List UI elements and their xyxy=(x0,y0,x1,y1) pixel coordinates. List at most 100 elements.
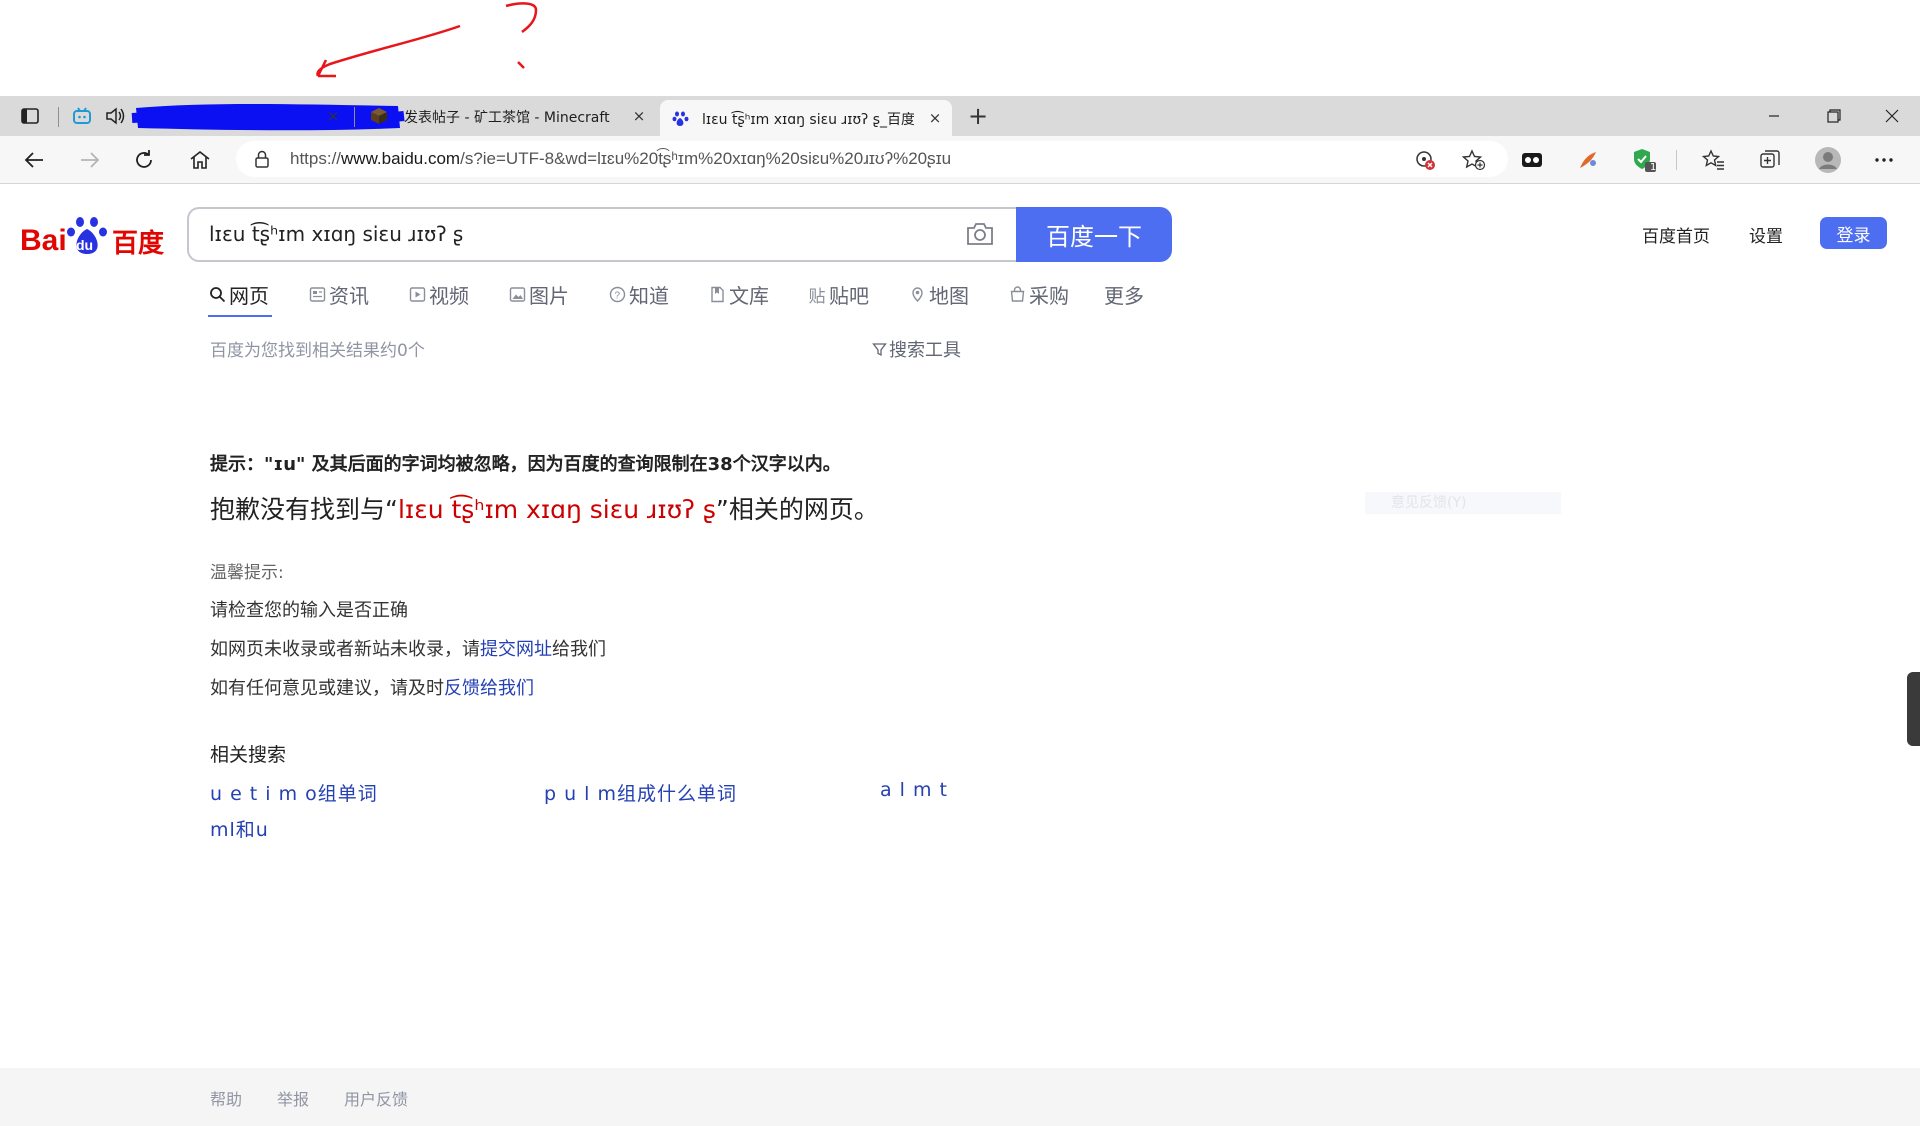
search-tools-button[interactable]: 搜索工具 xyxy=(872,336,961,362)
nav-label: 地图 xyxy=(929,284,969,308)
tab-close-button[interactable]: × xyxy=(926,109,944,127)
nav-web[interactable]: 网页 xyxy=(208,280,269,309)
extension-button-1[interactable] xyxy=(1514,142,1550,178)
question-icon: ? xyxy=(608,286,626,304)
tab-baidu-search[interactable]: lɪɛu t͡ʂʰɪm xɪɑŋ siɛu ɹɪʊʔ ʂ_百度搜 × xyxy=(660,100,952,136)
extension-button-3[interactable]: 1 xyxy=(1626,142,1662,178)
tips-title: 温馨提示: xyxy=(210,563,284,583)
nav-news[interactable]: 资讯 xyxy=(308,280,369,309)
collections-button[interactable] xyxy=(1752,142,1788,178)
nav-images[interactable]: 图片 xyxy=(508,280,569,309)
tab-minecraft-forum[interactable]: 发表帖子 - 矿工茶馆 - Minecraft × xyxy=(360,100,656,132)
favorites-button[interactable] xyxy=(1696,142,1732,178)
related-searches-title: 相关搜索 xyxy=(210,744,287,766)
footer-feedback-link[interactable]: 用户反馈 xyxy=(344,1086,408,1110)
feedback-link[interactable]: 反馈给我们 xyxy=(444,678,534,699)
collections-icon xyxy=(1760,150,1780,168)
result-count: 百度为您找到相关结果约0个 xyxy=(210,341,425,361)
tip-text: 如网页未收录或者新站未收录，请 xyxy=(210,639,480,660)
back-button[interactable] xyxy=(16,142,52,178)
faint-feedback-button[interactable]: 意见反馈(Y) xyxy=(1365,492,1561,514)
nav-wenku[interactable]: 文库 xyxy=(708,280,769,309)
url-path: /s?ie=UTF-8&wd=lɪɛu%20t͡ʂʰɪm%20xɪɑŋ%20si… xyxy=(460,149,952,168)
baidu-home-link[interactable]: 百度首页 xyxy=(1642,222,1710,247)
tab-strip: × 发表帖子 - 矿工茶馆 - Minecraft × lɪɛu t͡ʂʰɪm … xyxy=(0,96,1920,136)
baidu-logo[interactable]: Bai du 百度 xyxy=(20,212,168,260)
tab-close-button[interactable]: × xyxy=(630,107,648,125)
no-results-query: lɪɛu t͡ʂʰɪm xɪɑŋ siɛu ɹɪʊʔ ʂ xyxy=(397,495,716,524)
nav-shopping[interactable]: 采购 xyxy=(1008,280,1069,309)
nav-label: 采购 xyxy=(1029,284,1069,308)
baidu-search-button[interactable]: 百度一下 xyxy=(1016,207,1172,262)
login-button[interactable]: 登录 xyxy=(1820,217,1887,249)
refresh-icon xyxy=(136,150,152,168)
camera-icon[interactable] xyxy=(965,221,995,247)
nav-map[interactable]: 地图 xyxy=(908,280,969,309)
close-quote: ” xyxy=(715,495,729,524)
tab-actions-icon xyxy=(21,108,39,124)
tab-separator xyxy=(354,107,355,127)
tab-title: 发表帖子 - 矿工茶馆 - Minecraft xyxy=(404,110,610,126)
query-truncation-hint: 提示："ɪu" 及其后面的字词均被忽略，因为百度的查询限制在38个汉字以内。 xyxy=(210,454,841,475)
address-bar[interactable]: https://www.baidu.com/s?ie=UTF-8&wd=lɪɛu… xyxy=(236,141,1508,177)
minimize-button[interactable] xyxy=(1746,96,1802,136)
related-search-link[interactable]: u e t i m o组单词 xyxy=(210,779,378,806)
home-icon xyxy=(190,150,210,169)
submit-url-link[interactable]: 提交网址 xyxy=(480,639,552,660)
tab-close-button[interactable]: × xyxy=(324,107,342,125)
page-footer: 帮助 举报 用户反馈 xyxy=(0,1068,1920,1126)
home-button[interactable] xyxy=(182,142,218,178)
restore-button[interactable] xyxy=(1806,96,1862,136)
tieba-icon: 贴 xyxy=(808,287,826,307)
tab-title: lɪɛu t͡ʂʰɪm xɪɑŋ siɛu ɹɪʊʔ ʂ_百度搜 xyxy=(702,112,914,128)
nav-video[interactable]: 视频 xyxy=(408,280,469,309)
url-text[interactable]: https://www.baidu.com/s?ie=UTF-8&wd=lɪɛu… xyxy=(290,149,951,169)
tab-actions-button[interactable] xyxy=(12,104,48,128)
nav-label: 资讯 xyxy=(329,284,369,308)
tip-text: 如有任何意见或建议，请及时 xyxy=(210,678,444,699)
news-icon xyxy=(308,286,326,304)
profile-button[interactable] xyxy=(1810,142,1846,178)
nav-label: 知道 xyxy=(629,284,669,308)
settings-link[interactable]: 设置 xyxy=(1749,222,1783,247)
add-favorite-icon[interactable] xyxy=(1462,149,1486,171)
tab-redacted[interactable]: × xyxy=(64,100,405,132)
browser-toolbar: https://www.baidu.com/s?ie=UTF-8&wd=lɪɛu… xyxy=(0,136,1920,184)
related-search-link[interactable]: p u l m组成什么单词 xyxy=(544,779,737,806)
document-icon xyxy=(708,286,726,304)
no-results-message: 抱歉没有找到与“lɪɛu t͡ʂʰɪm xɪɑŋ siɛu ɹɪʊʔ ʂ”相关的… xyxy=(210,490,879,526)
favorites-icon xyxy=(1702,149,1724,170)
settings-menu-button[interactable] xyxy=(1866,142,1902,178)
close-window-button[interactable] xyxy=(1864,96,1920,136)
bilibili-icon xyxy=(73,107,91,124)
new-tab-button[interactable]: + xyxy=(962,102,994,130)
nav-label: 图片 xyxy=(529,284,569,308)
nav-tieba[interactable]: 贴 贴吧 xyxy=(808,280,870,309)
extension-button-2[interactable] xyxy=(1570,142,1606,178)
related-search-link[interactable]: a l m t xyxy=(880,779,948,801)
minecraft-block-icon xyxy=(371,108,387,124)
no-results-suffix: 相关的网页。 xyxy=(728,495,879,524)
tip-feedback: 如有任何意见或建议，请及时反馈给我们 xyxy=(210,674,534,700)
nav-zhidao[interactable]: ? 知道 xyxy=(608,280,669,309)
more-dots-icon xyxy=(1875,158,1893,162)
search-query-text: lɪɛu t͡ʂʰɪm xɪɑŋ siɛu ɹɪʊʔ ʂ xyxy=(209,222,464,246)
scrollbar-handle[interactable] xyxy=(1907,672,1920,746)
open-quote: “ xyxy=(385,495,398,524)
filter-icon xyxy=(872,342,887,356)
back-arrow-icon xyxy=(24,152,43,168)
footer-help-link[interactable]: 帮助 xyxy=(210,1086,242,1110)
related-search-link[interactable]: ml和u xyxy=(210,815,269,842)
search-tools-label: 搜索工具 xyxy=(889,340,961,361)
footer-report-link[interactable]: 举报 xyxy=(277,1086,309,1110)
search-icon xyxy=(208,286,226,304)
url-scheme: https:// xyxy=(290,149,342,168)
map-icon xyxy=(908,286,926,304)
speaker-icon[interactable] xyxy=(104,106,126,126)
baidu-search-input[interactable]: lɪɛu t͡ʂʰɪm xɪɑŋ siɛu ɹɪʊʔ ʂ xyxy=(187,207,1017,262)
refresh-button[interactable] xyxy=(126,142,162,178)
forward-button[interactable] xyxy=(72,142,108,178)
lock-icon[interactable] xyxy=(254,150,270,168)
nav-more[interactable]: 更多 xyxy=(1104,280,1144,309)
tracking-prevention-icon[interactable] xyxy=(1414,149,1436,171)
